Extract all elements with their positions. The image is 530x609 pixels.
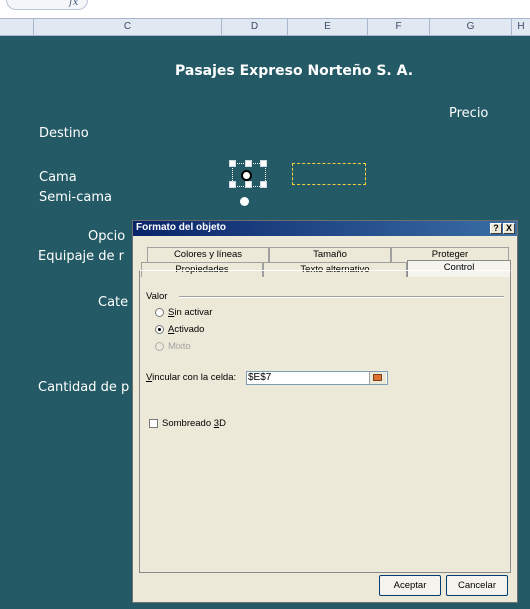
column-header-d[interactable]: D: [222, 19, 288, 35]
formula-fx-tab[interactable]: fx: [6, 0, 88, 10]
radio-button-icon[interactable]: [240, 197, 249, 206]
help-icon[interactable]: ?: [490, 223, 502, 234]
option-sin-activar[interactable]: [155, 308, 164, 317]
option-mixto-label: Mixto: [168, 341, 191, 352]
format-object-dialog: Formato del objeto ? X Colores y líneas …: [132, 220, 518, 603]
tab-tamano[interactable]: Tamaño: [269, 247, 391, 262]
selected-option-button[interactable]: [229, 160, 267, 188]
resize-handle[interactable]: [260, 181, 267, 188]
radio-selected-dot: [158, 328, 161, 331]
formula-bar: fx: [0, 0, 530, 18]
cell-picker-button[interactable]: [369, 372, 386, 384]
shading-3d-label: Sombreado 3D: [162, 418, 226, 429]
formula-fx-icon: fx: [69, 0, 79, 8]
radio-button-icon: [241, 170, 252, 181]
cell-cantidad: Cantidad de p: [38, 380, 130, 395]
option-sin-activar-label: Sin activar: [168, 307, 213, 318]
column-header-h[interactable]: H: [512, 19, 530, 35]
cell-opciones: Opcio: [88, 229, 126, 244]
cell-semi-cama: Semi-cama: [39, 190, 112, 205]
link-cell-input[interactable]: $E$7: [246, 371, 388, 385]
cell-equipaje: Equipaje de r: [38, 249, 125, 264]
group-divider: [179, 296, 504, 298]
column-header-c[interactable]: C: [34, 19, 222, 35]
close-icon[interactable]: X: [503, 223, 515, 234]
link-cell-label: Vincular con la celda:: [146, 372, 237, 383]
column-headers: C D E F G H: [0, 18, 530, 36]
cell-cama: Cama: [39, 170, 77, 185]
dialog-titlebar[interactable]: Formato del objeto ? X: [133, 221, 517, 236]
cell-destino: Destino: [39, 126, 89, 141]
group-valor-label: Valor: [146, 291, 168, 302]
column-header-g[interactable]: G: [430, 19, 512, 35]
resize-handle[interactable]: [260, 160, 267, 167]
select-all-corner[interactable]: [0, 19, 34, 35]
cancel-button[interactable]: Cancelar: [446, 575, 508, 596]
shading-3d-checkbox[interactable]: [149, 419, 158, 428]
tab-colores-lineas[interactable]: Colores y líneas: [147, 247, 269, 262]
resize-handle[interactable]: [245, 181, 252, 188]
ok-button[interactable]: Aceptar: [379, 575, 441, 596]
dialog-title: Formato del objeto: [136, 222, 226, 233]
option-button-frame[interactable]: [292, 163, 366, 185]
column-header-f[interactable]: F: [368, 19, 430, 35]
cell-precio: Precio: [449, 106, 489, 121]
resize-handle[interactable]: [229, 181, 236, 188]
resize-handle[interactable]: [245, 160, 252, 167]
option-mixto: [155, 342, 164, 351]
cell-picker-icon: [373, 374, 382, 381]
option-activado[interactable]: [155, 325, 164, 334]
resize-handle[interactable]: [229, 160, 236, 167]
column-header-e[interactable]: E: [288, 19, 368, 35]
sheet-title: Pasajes Expreso Norteño S. A.: [175, 63, 414, 79]
cell-categoria: Cate: [98, 295, 129, 310]
option-activado-label: Activado: [168, 324, 205, 335]
